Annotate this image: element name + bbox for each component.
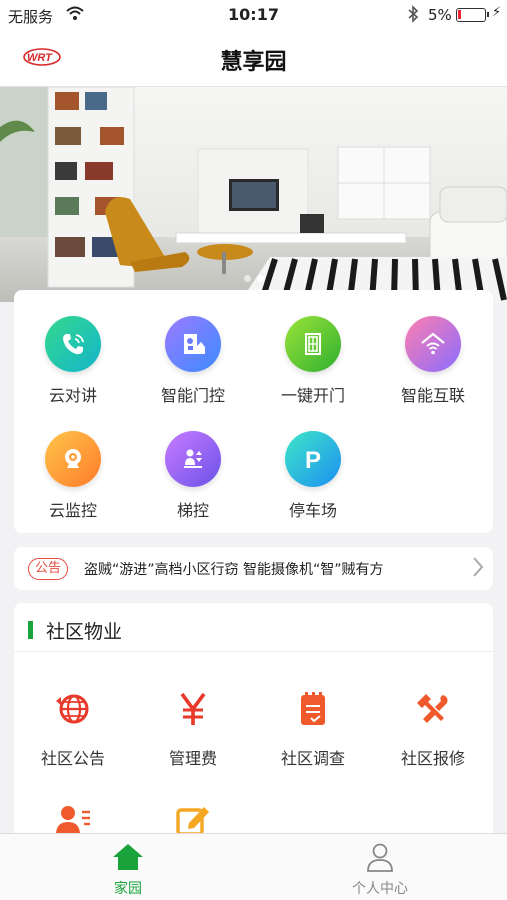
svg-text:P: P — [305, 447, 321, 473]
notice-tag: 公告 — [28, 558, 69, 580]
quick-item-label: 智能互联 — [400, 386, 465, 405]
quick-item-label: 云对讲 — [48, 386, 97, 405]
quick-item-cloud-monitor[interactable]: 云监控 — [18, 431, 128, 521]
home-icon — [113, 844, 143, 870]
community-item-fee[interactable]: 管理费 — [138, 689, 248, 769]
quick-item-elevator[interactable]: 梯控 — [138, 431, 248, 521]
status-bar: 无服务 10:17 5% ⚡ — [0, 0, 507, 32]
tab-label: 个人中心 — [352, 881, 408, 897]
battery-icon — [456, 8, 489, 22]
globe-icon — [53, 689, 93, 729]
community-item-repair[interactable]: 社区报修 — [378, 689, 488, 769]
community-item-label: 社区公告 — [40, 749, 105, 768]
carousel-dot[interactable] — [243, 275, 251, 282]
divider — [14, 651, 493, 652]
page-title: 慧享园 — [220, 50, 287, 75]
camera-icon — [45, 431, 101, 487]
yen-icon — [173, 689, 213, 729]
quick-item-label: 停车场 — [288, 501, 337, 520]
parking-icon: P — [285, 431, 341, 487]
quick-item-intercom[interactable]: 云对讲 — [18, 316, 128, 406]
quick-item-door-control[interactable]: 智能门控 — [138, 316, 248, 406]
quick-actions-card: 云对讲 智能门控 一键开门 智能互联 云监控 梯控 P 停车场 — [14, 290, 493, 533]
quick-item-label: 云监控 — [48, 501, 97, 520]
carousel-dots[interactable] — [0, 267, 507, 286]
tab-bar: 家园 个人中心 — [0, 833, 507, 900]
tab-label: 家园 — [114, 881, 142, 897]
banner-carousel[interactable] — [0, 87, 507, 302]
person-icon — [367, 843, 393, 872]
elevator-icon — [165, 431, 221, 487]
community-item-survey[interactable]: 社区调查 — [258, 689, 368, 769]
quick-item-parking[interactable]: P 停车场 — [258, 431, 368, 521]
community-item-notice[interactable]: 社区公告 — [18, 689, 128, 769]
phone-icon — [45, 316, 101, 372]
door-open-icon — [285, 316, 341, 372]
smart-home-icon — [405, 316, 461, 372]
chevron-right-icon[interactable] — [471, 555, 485, 583]
quick-item-label: 梯控 — [176, 501, 209, 520]
charging-icon: ⚡ — [492, 5, 502, 20]
quick-item-label: 智能门控 — [160, 386, 225, 405]
community-item-label: 社区报修 — [400, 749, 465, 768]
survey-icon — [293, 689, 333, 729]
community-item-label: 管理费 — [168, 749, 217, 768]
section-title: 社区物业 — [46, 621, 123, 643]
tab-home[interactable]: 家园 — [58, 842, 198, 898]
door-control-icon — [165, 316, 221, 372]
nav-bar: WRT 慧享园 — [0, 32, 507, 87]
community-item-label: 社区调查 — [280, 749, 345, 768]
quick-item-smart-link[interactable]: 智能互联 — [378, 316, 488, 406]
quick-item-one-key-open[interactable]: 一键开门 — [258, 316, 368, 406]
section-accent-bar — [28, 621, 33, 639]
community-card: 社区物业 社区公告 管理费 社区调查 社区报修 — [14, 603, 493, 843]
carousel-dot-active[interactable] — [256, 275, 264, 282]
bluetooth-icon — [407, 5, 419, 27]
repair-icon — [413, 689, 453, 729]
tab-profile[interactable]: 个人中心 — [310, 842, 450, 898]
battery-percent: 5% — [428, 6, 452, 24]
notice-text[interactable]: 盗贼“游进”高档小区行窃 智能摄像机“智”贼有方 — [84, 559, 383, 579]
notice-bar[interactable]: 公告 盗贼“游进”高档小区行窃 智能摄像机“智”贼有方 — [14, 547, 493, 590]
quick-item-label: 一键开门 — [280, 386, 345, 405]
